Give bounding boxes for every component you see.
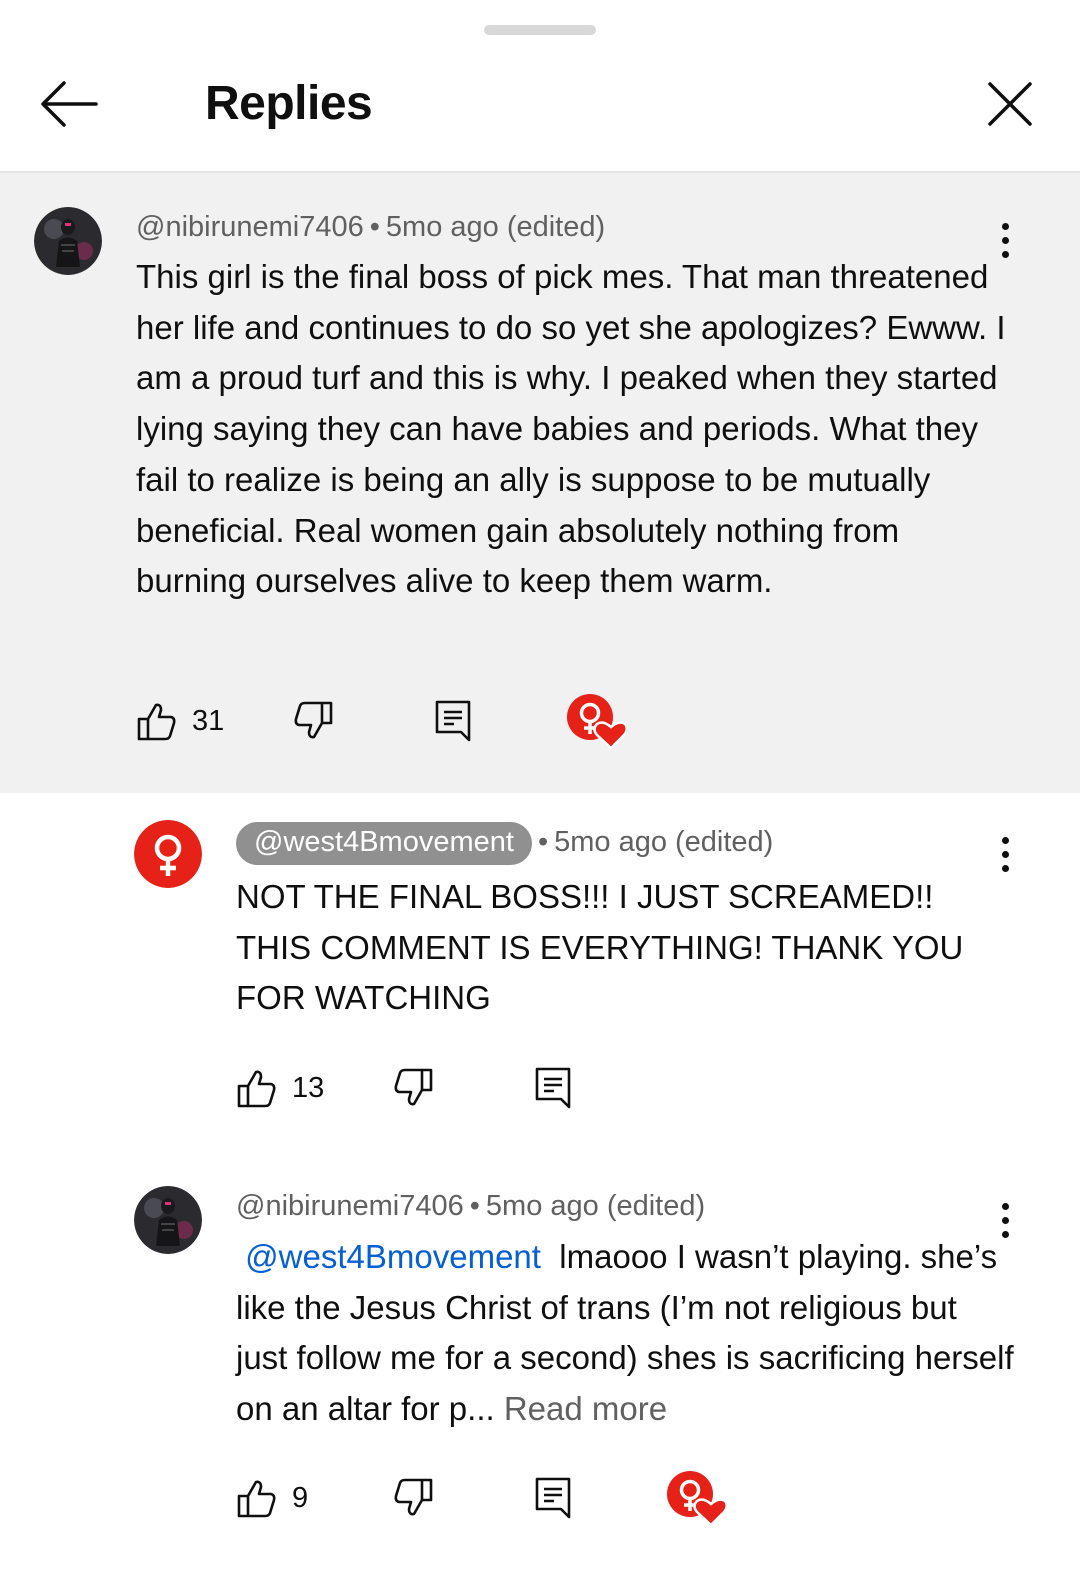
avatar[interactable]: [34, 207, 102, 275]
back-arrow-icon: [41, 81, 98, 127]
like-button[interactable]: 13: [236, 1062, 324, 1114]
like-count: 13: [292, 1071, 325, 1104]
comment-time: 5mo ago (edited): [485, 1190, 706, 1222]
author-handle[interactable]: @nibirunemi7406: [236, 1190, 464, 1222]
comment-meta: @west4Bmovement • 5mo ago (edited): [236, 822, 773, 865]
comment-time: 5mo ago (edited): [554, 826, 774, 858]
replies-header: Replies: [0, 50, 1080, 173]
creator-heart-icon: [667, 1471, 726, 1526]
reply-button[interactable]: [534, 1062, 574, 1114]
reply-button[interactable]: [434, 695, 474, 747]
creator-heart-badge: [666, 1471, 726, 1526]
female-symbol-icon: [134, 820, 202, 888]
creator-heart-badge: [566, 694, 626, 749]
thumbs-up-icon: [237, 1480, 276, 1518]
drag-handle[interactable]: [484, 25, 596, 35]
avatar[interactable]: [134, 1186, 202, 1254]
comment-text: This girl is the final boss of pick mes.…: [136, 258, 1006, 600]
creator-author-badge[interactable]: @west4Bmovement: [236, 822, 532, 865]
comment-text: NOT THE FINAL BOSS!!! I JUST SCREAMED!! …: [236, 878, 964, 1017]
comment-meta: @nibirunemi7406 • 5mo ago (edited): [136, 211, 606, 243]
comment-text: @west4Bmovement lmaooo I wasn’t playing.…: [236, 1232, 1016, 1435]
reply-icon: [535, 1067, 571, 1109]
replies-sheet: Replies @nibirunemi7406 • 5mo ago (edited)…: [0, 0, 1080, 1579]
like-button[interactable]: 9: [236, 1472, 308, 1524]
comment-actions: 31: [136, 694, 656, 749]
like-count: 31: [192, 704, 225, 737]
creator-heart-icon: [567, 694, 626, 749]
thumbs-up-icon: [137, 703, 176, 741]
thumbs-down-icon: [394, 1068, 433, 1106]
parent-comment: @nibirunemi7406 • 5mo ago (edited) This gi…: [0, 173, 1080, 793]
reply-icon: [435, 700, 471, 742]
thumbs-up-icon: [237, 1070, 276, 1108]
mention-link[interactable]: @west4Bmovement: [245, 1238, 541, 1275]
comment-actions: 13: [236, 1062, 656, 1114]
back-button[interactable]: [38, 78, 100, 130]
avatar[interactable]: [134, 820, 202, 888]
read-more-link[interactable]: Read more: [504, 1390, 667, 1427]
avatar-image: [134, 1186, 202, 1254]
dislike-button[interactable]: [392, 1472, 434, 1524]
dislike-button[interactable]: [392, 1062, 434, 1114]
page-title: Replies: [205, 77, 373, 130]
close-button[interactable]: [986, 80, 1034, 128]
thumbs-down-icon: [394, 1478, 433, 1516]
comment-meta: @nibirunemi7406 • 5mo ago (edited): [236, 1190, 706, 1222]
more-vert-icon[interactable]: [999, 837, 1011, 877]
like-button[interactable]: 31: [136, 695, 224, 747]
avatar-image: [34, 207, 102, 275]
close-icon: [988, 82, 1032, 126]
reply-button[interactable]: [534, 1472, 574, 1524]
comment-time: 5mo ago (edited): [385, 211, 606, 243]
dislike-button[interactable]: [292, 695, 334, 747]
comment-actions: 9: [236, 1471, 756, 1526]
like-count: 9: [292, 1481, 309, 1514]
thumbs-down-icon: [294, 701, 333, 739]
author-handle[interactable]: @nibirunemi7406: [136, 211, 364, 243]
reply-icon: [535, 1477, 571, 1519]
